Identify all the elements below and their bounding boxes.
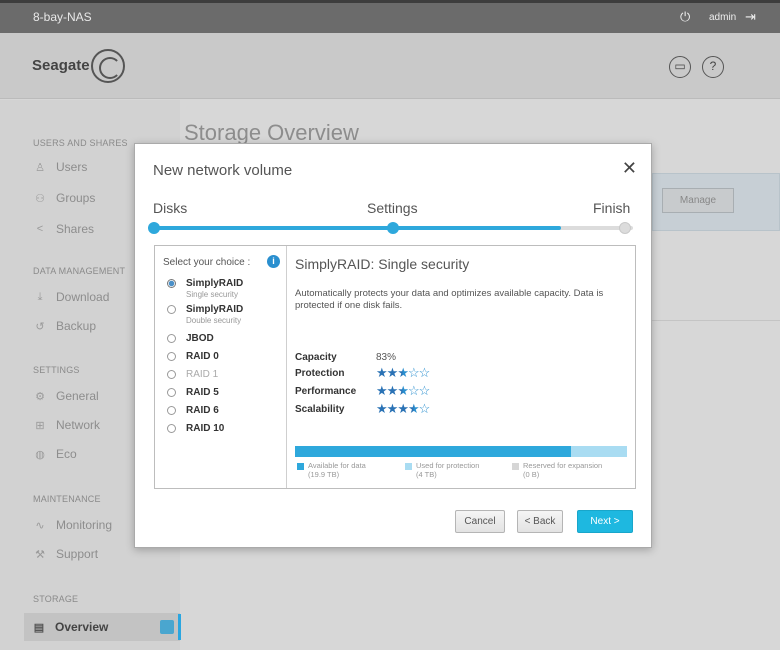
legend-swatch [512,463,519,470]
step-finish: Finish [593,200,631,216]
dialog-title: New network volume [153,162,293,179]
legend-protection: Used for protection (4 TB) [405,461,479,479]
choices-header: Select your choice : [163,257,251,268]
close-icon[interactable]: ✕ [622,158,637,179]
step-dot-finish [619,222,631,234]
scalability-rating: ★★★★☆ [376,401,430,416]
legend-swatch [297,463,304,470]
back-button[interactable]: < Back [517,510,563,533]
option-raid5[interactable]: RAID 5 [167,387,219,399]
raid-choices: Select your choice : i SimplyRAID Single … [155,246,287,488]
volume-config-panel: Select your choice : i SimplyRAID Single … [154,245,636,489]
radio-button[interactable] [167,279,176,288]
legend-available: Available for data (19.9 TB) [297,461,366,479]
option-simplyraid-single[interactable]: SimplyRAID Single security [167,278,243,300]
radio-button[interactable] [167,388,176,397]
cancel-button[interactable]: Cancel [455,510,505,533]
detail-description: Automatically protects your data and opt… [295,288,604,311]
option-sublabel: Double security [186,316,242,325]
capacity-bar-fill [295,446,571,457]
step-dot-disks [148,222,160,234]
step-settings: Settings [367,200,418,216]
new-volume-dialog: New network volume ✕ Disks Settings Fini… [134,143,652,548]
option-simplyraid-double[interactable]: SimplyRAID Double security [167,304,243,326]
legend-value: (19.9 TB) [308,470,340,479]
legend-label: Available for data [308,461,366,470]
protection-rating: ★★★☆☆ [376,365,430,380]
option-label: RAID 0 [186,351,219,362]
radio-button[interactable] [167,406,176,415]
option-jbod[interactable]: JBOD [167,333,214,345]
option-label: RAID 10 [186,423,225,434]
option-raid0[interactable]: RAID 0 [167,351,219,363]
option-sublabel: Single security [186,290,239,299]
legend-reserved: Reserved for expansion (0 B) [512,461,602,479]
next-button[interactable]: Next > [577,510,633,533]
option-label: RAID 5 [186,387,219,398]
option-label: RAID 1 [186,369,219,380]
metric-label: Protection [295,368,345,379]
option-raid6[interactable]: RAID 6 [167,405,219,417]
legend-value: (4 TB) [416,470,437,479]
radio-button[interactable] [167,352,176,361]
metric-label: Scalability [295,404,345,415]
raid-detail: SimplyRAID: Single security Automaticall… [288,246,635,488]
radio-button[interactable] [167,305,176,314]
option-raid10[interactable]: RAID 10 [167,423,224,435]
capacity-bar [295,446,627,457]
wizard-progress-fill [153,226,561,230]
metric-label: Capacity [295,352,337,363]
step-disks: Disks [153,200,188,216]
radio-button [167,370,176,379]
radio-button[interactable] [167,334,176,343]
legend-swatch [405,463,412,470]
detail-title: SimplyRAID: Single security [295,256,470,272]
option-label: SimplyRAID [186,278,244,289]
info-icon[interactable]: i [267,255,280,268]
radio-button[interactable] [167,424,176,433]
legend-label: Used for protection [416,461,480,470]
legend-label: Reserved for expansion [523,461,603,470]
performance-rating: ★★★☆☆ [376,383,430,398]
option-raid1: RAID 1 [167,369,218,381]
option-label: RAID 6 [186,405,219,416]
option-label: SimplyRAID [186,304,244,315]
metric-label: Performance [295,386,357,397]
capacity-value: 83% [376,352,397,363]
option-label: JBOD [186,333,214,344]
step-dot-settings [387,222,399,234]
legend-value: (0 B) [523,470,540,479]
